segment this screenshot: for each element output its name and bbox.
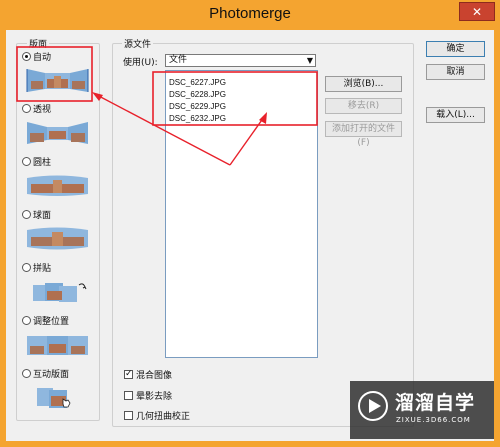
watermark: 溜溜自学 ZIXUE.3D66.COM bbox=[350, 381, 494, 439]
arrow-to-auto bbox=[94, 93, 231, 166]
arrow-to-files bbox=[229, 116, 265, 166]
annotation-overlay bbox=[16, 46, 318, 166]
play-logo-icon bbox=[358, 391, 388, 421]
file-list-highlight-box bbox=[152, 71, 318, 126]
watermark-url: ZIXUE.3D66.COM bbox=[396, 416, 471, 424]
arrowhead-auto bbox=[92, 92, 103, 101]
watermark-name: 溜溜自学 bbox=[395, 392, 476, 414]
photomerge-dialog: Photomerge ✕ 版面 自动 透视 圆柱 球面 拼贴 调整位置 互动版面… bbox=[0, 0, 500, 447]
auto-highlight-box bbox=[16, 46, 93, 102]
